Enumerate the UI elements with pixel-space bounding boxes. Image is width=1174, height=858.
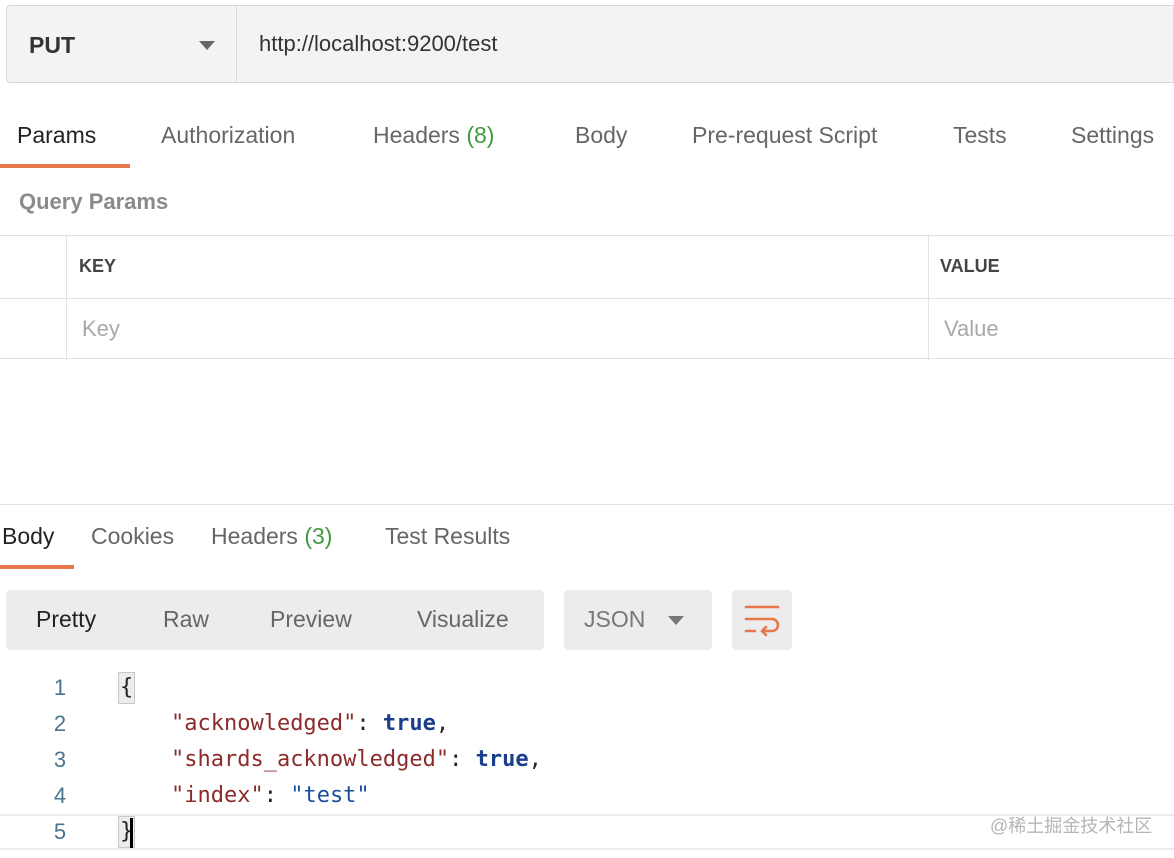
- json-value: true: [475, 747, 529, 772]
- mode-pretty[interactable]: Pretty: [36, 606, 96, 633]
- tab-cookies[interactable]: Cookies: [91, 523, 174, 550]
- active-tab-indicator: [0, 164, 130, 168]
- query-params-table: KEY VALUE Key Value: [0, 235, 1174, 360]
- query-params-title: Query Params: [19, 189, 169, 214]
- response-headers-count-badge: (3): [304, 523, 333, 549]
- table-row: Key Value: [0, 298, 1174, 360]
- line-number: 3: [53, 747, 67, 772]
- mode-visualize[interactable]: Visualize: [417, 606, 509, 633]
- line-number: 4: [53, 783, 67, 808]
- request-tabs: Params Authorization Headers (8) Body Pr…: [0, 100, 1174, 172]
- watermark: @稀土掘金技术社区: [990, 816, 1153, 836]
- line-number: 5: [53, 819, 67, 844]
- tab-body[interactable]: Body: [575, 122, 627, 149]
- value-column-header: VALUE: [940, 256, 1000, 276]
- json-comma: ,: [435, 711, 450, 736]
- json-separator: :: [263, 783, 291, 808]
- tab-headers-label: Headers: [373, 122, 460, 148]
- code-line: 2 "acknowledged": true,: [0, 706, 1174, 742]
- wrap-lines-button[interactable]: [732, 590, 792, 650]
- json-key: "index": [170, 783, 264, 808]
- tab-params[interactable]: Params: [17, 122, 96, 149]
- format-label: JSON: [584, 606, 646, 632]
- tab-response-headers[interactable]: Headers (3): [211, 523, 332, 550]
- tab-test-results[interactable]: Test Results: [385, 523, 510, 550]
- chevron-down-icon: [668, 616, 684, 625]
- code-line: 1 {: [0, 670, 1174, 706]
- brace-open: {: [118, 672, 136, 704]
- tab-pre-request-script[interactable]: Pre-request Script: [692, 122, 877, 149]
- json-key: "shards_acknowledged": [170, 747, 450, 772]
- json-comma: ,: [528, 747, 542, 772]
- format-select[interactable]: JSON: [564, 590, 712, 650]
- wrap-lines-icon: [744, 605, 780, 637]
- mode-preview[interactable]: Preview: [270, 606, 352, 633]
- tab-headers[interactable]: Headers (8): [373, 122, 494, 149]
- value-input[interactable]: Value: [944, 316, 999, 342]
- request-bar: PUT http://localhost:9200/test: [6, 5, 1174, 83]
- code-line: 3 "shards_acknowledged": true,: [0, 742, 1174, 778]
- json-value: true: [382, 711, 436, 736]
- json-separator: :: [449, 747, 476, 772]
- response-tabs: Body Cookies Headers (3) Test Results: [0, 505, 1174, 571]
- tab-settings[interactable]: Settings: [1071, 122, 1154, 149]
- active-tab-indicator: [0, 565, 74, 569]
- chevron-down-icon: [199, 41, 215, 50]
- tab-tests[interactable]: Tests: [953, 122, 1007, 149]
- line-number: 1: [53, 675, 67, 700]
- key-column-header: KEY: [79, 256, 117, 276]
- view-mode-toggle: Pretty Raw Preview Visualize: [6, 590, 544, 650]
- mode-raw[interactable]: Raw: [163, 606, 209, 633]
- tab-response-headers-label: Headers: [211, 523, 298, 549]
- line-number: 2: [53, 711, 67, 736]
- key-input[interactable]: Key: [82, 316, 120, 342]
- headers-count-badge: (8): [466, 122, 495, 148]
- code-line: 4 "index": "test": [0, 778, 1174, 814]
- text-cursor: [130, 818, 133, 848]
- tab-authorization[interactable]: Authorization: [161, 122, 295, 149]
- method-select[interactable]: PUT: [7, 6, 237, 82]
- json-value: "test": [290, 783, 370, 808]
- table-header-row: KEY VALUE: [0, 236, 1174, 298]
- json-key: "acknowledged": [170, 711, 357, 736]
- method-label: PUT: [29, 32, 75, 58]
- json-separator: :: [356, 711, 383, 736]
- tab-response-body[interactable]: Body: [2, 523, 54, 550]
- url-input[interactable]: http://localhost:9200/test: [237, 6, 1173, 82]
